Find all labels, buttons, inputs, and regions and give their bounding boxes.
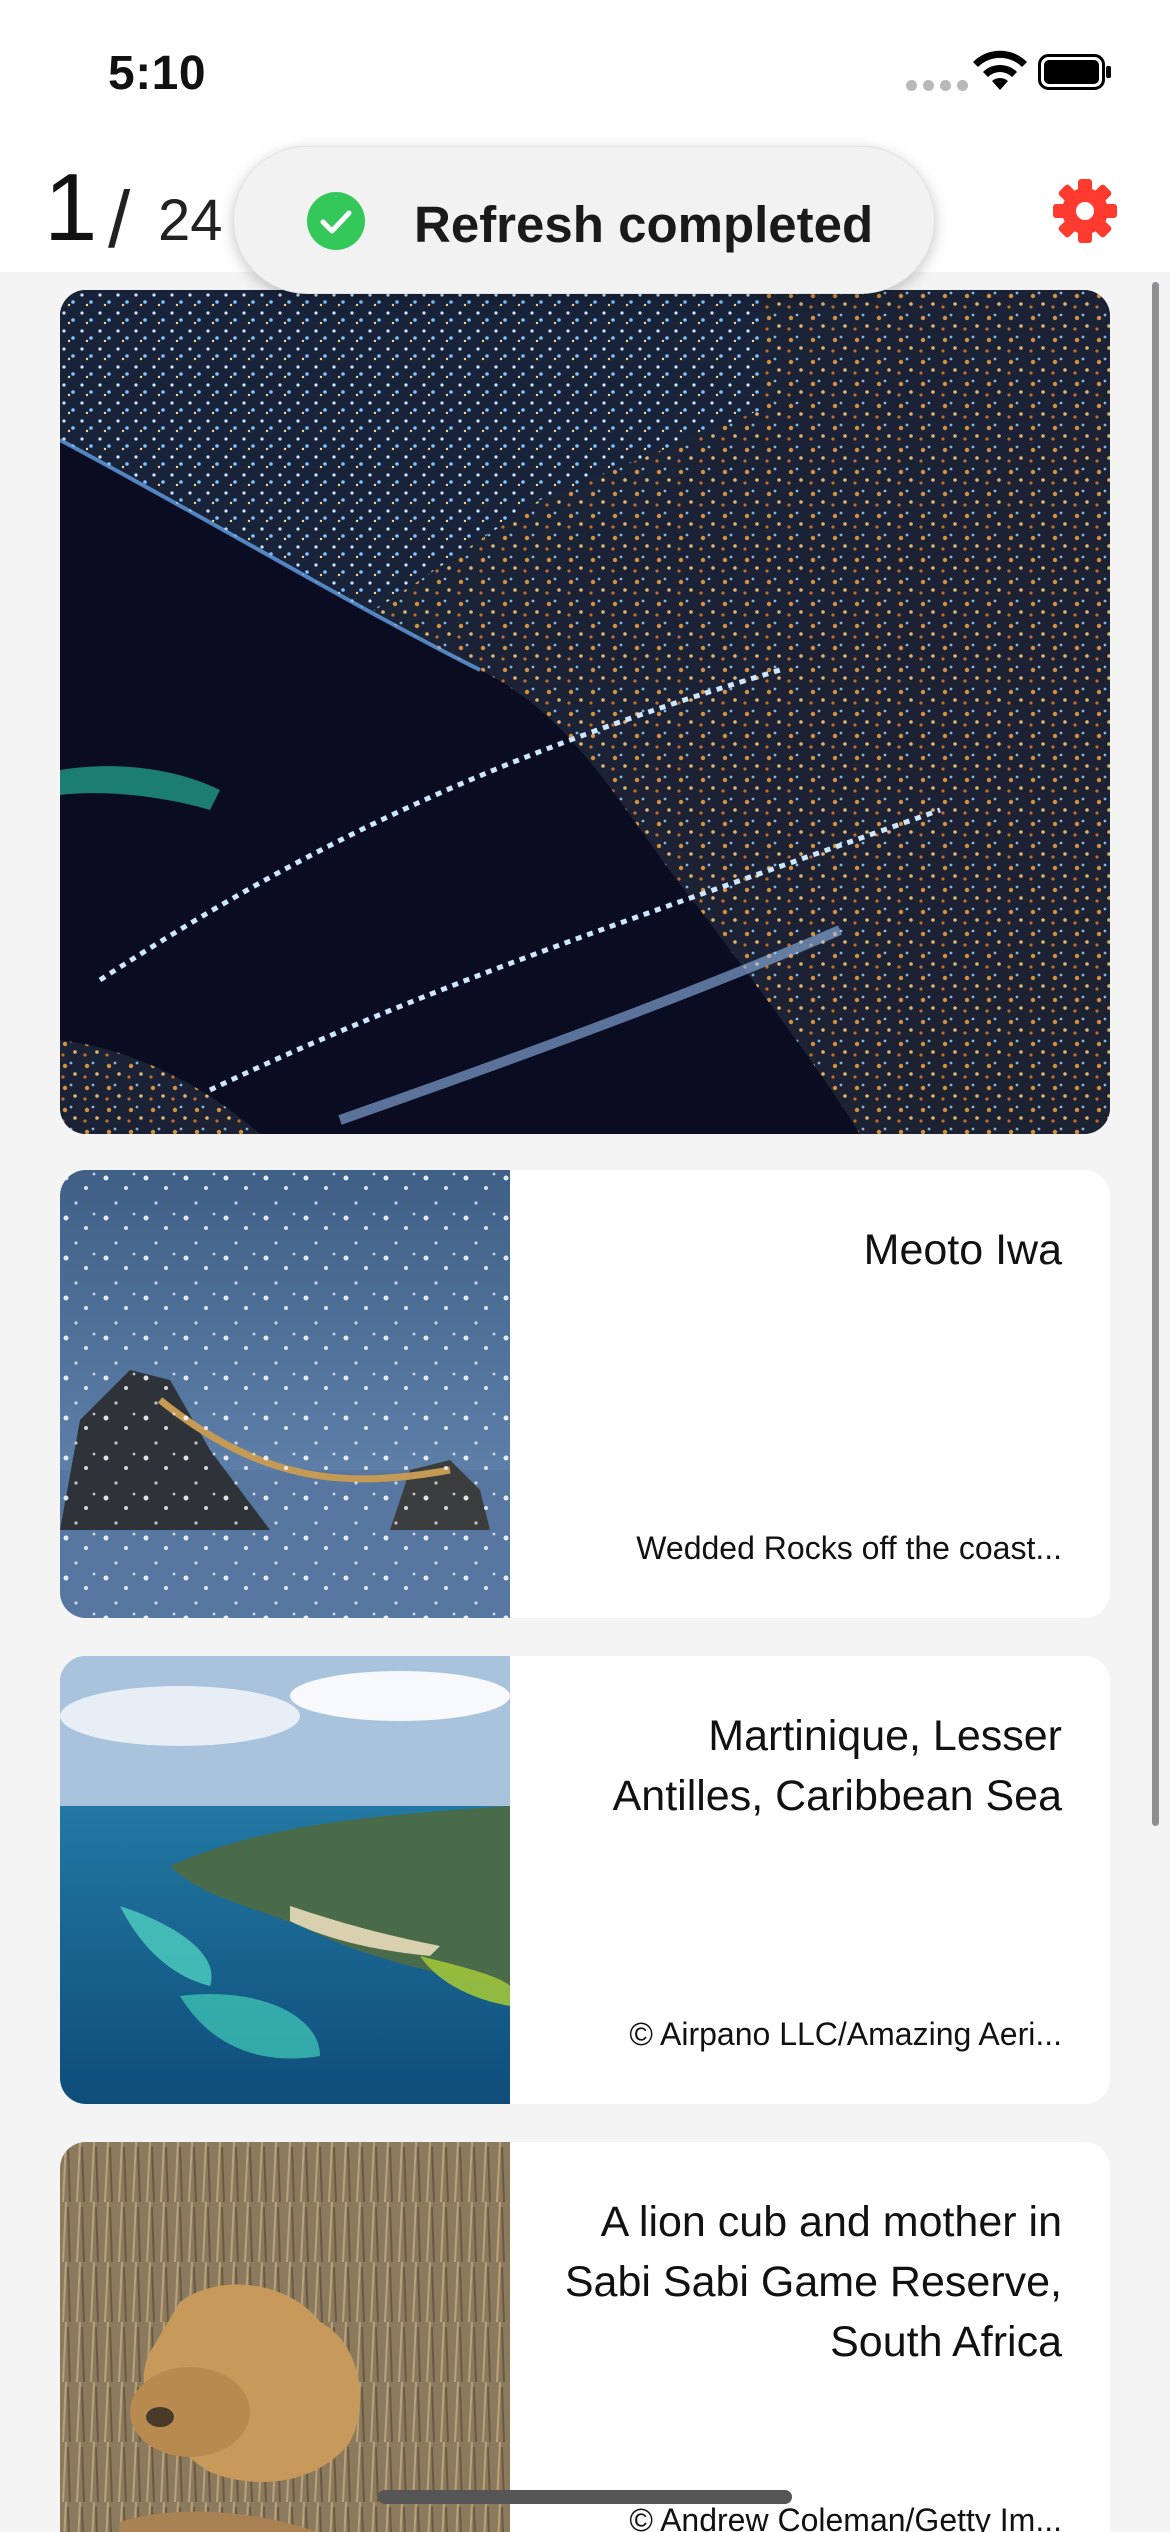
list-item[interactable]: Meoto Iwa Wedded Rocks off the coast... bbox=[60, 1170, 1110, 1618]
page-counter-separator: / bbox=[108, 175, 131, 264]
home-indicator[interactable] bbox=[378, 2490, 792, 2504]
page-counter-total: 24 bbox=[158, 188, 223, 253]
toast-message: Refresh completed bbox=[414, 196, 874, 253]
card-thumbnail bbox=[60, 1656, 510, 2104]
list-item[interactable]: Martinique, Lesser Antilles, Caribbean S… bbox=[60, 1656, 1110, 2104]
battery-icon bbox=[1038, 54, 1111, 90]
card-subtitle: © Andrew Coleman/Getty Im... bbox=[629, 2502, 1062, 2532]
aerial-night-city-image bbox=[60, 290, 1110, 1134]
card-thumbnail bbox=[60, 2142, 510, 2532]
card-title: Meoto Iwa bbox=[863, 1226, 1062, 1274]
status-bar: 5:10 bbox=[0, 0, 1170, 150]
page-counter-current: 1 bbox=[44, 154, 98, 261]
card-thumbnail bbox=[60, 1170, 510, 1618]
status-time: 5:10 bbox=[108, 47, 207, 100]
hero-image-card[interactable] bbox=[60, 290, 1110, 1134]
vertical-scrollbar[interactable] bbox=[1152, 282, 1159, 1826]
lioness-and-cub-image bbox=[60, 2142, 510, 2532]
card-subtitle: Wedded Rocks off the coast... bbox=[636, 1530, 1062, 1566]
wedded-rocks-image bbox=[60, 1170, 510, 1618]
card-title: A lion cub and mother in Sabi Sabi Game … bbox=[564, 2198, 1062, 2366]
refresh-toast: Refresh completed bbox=[233, 146, 935, 294]
gear-icon[interactable] bbox=[1050, 176, 1120, 246]
list-item[interactable]: A lion cub and mother in Sabi Sabi Game … bbox=[60, 2142, 1110, 2532]
cellular-signal-icon bbox=[906, 80, 968, 91]
check-circle-icon bbox=[307, 192, 365, 250]
martinique-coast-image bbox=[60, 1656, 510, 2104]
wifi-icon bbox=[973, 50, 1027, 90]
card-title: Martinique, Lesser Antilles, Caribbean S… bbox=[612, 1712, 1062, 1820]
wallpaper-feed[interactable]: Meoto Iwa Wedded Rocks off the coast... bbox=[0, 272, 1170, 2532]
card-subtitle: © Airpano LLC/Amazing Aeri... bbox=[629, 2016, 1062, 2052]
